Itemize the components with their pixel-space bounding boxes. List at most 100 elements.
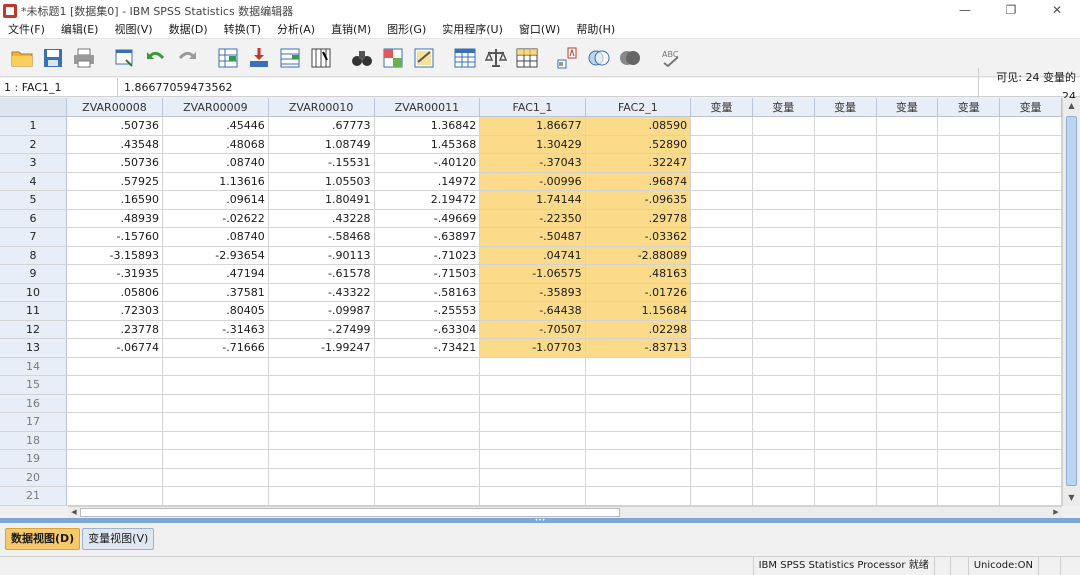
data-cell[interactable]: -2.93654 [162,246,269,265]
data-cell[interactable]: .45446 [162,116,269,136]
data-cell[interactable] [690,283,753,302]
data-cell[interactable] [690,320,753,339]
data-cell[interactable]: -.15531 [268,153,375,173]
data-cell[interactable]: -.61578 [268,264,375,284]
row-number[interactable]: 17 [0,412,67,432]
data-cell[interactable] [690,135,753,154]
data-cell[interactable] [585,431,692,450]
data-cell[interactable] [374,375,481,395]
data-cell[interactable] [479,412,586,432]
data-cell[interactable] [585,412,692,432]
data-cell[interactable] [66,468,163,487]
row-number[interactable]: 13 [0,338,67,358]
data-cell[interactable]: -.35893 [479,283,586,302]
data-cell[interactable] [937,486,1001,506]
menu-help[interactable]: 帮助(H) [568,21,623,39]
data-cell[interactable] [752,449,815,469]
data-cell[interactable] [814,135,877,154]
data-cell[interactable] [937,283,1001,302]
data-cell[interactable] [374,431,481,450]
data-cell[interactable] [999,209,1062,228]
data-cell[interactable]: 1.86677 [479,116,586,136]
data-cell[interactable] [752,375,815,395]
data-cell[interactable] [690,338,753,358]
grid-corner[interactable] [0,98,67,117]
data-cell[interactable]: -.63897 [374,227,481,247]
data-cell[interactable] [374,486,481,506]
row-number[interactable]: 18 [0,431,67,450]
restore-button[interactable]: ❐ [988,0,1034,21]
data-cell[interactable] [937,116,1001,136]
data-cell[interactable] [162,486,269,506]
data-cell[interactable]: -.00996 [479,172,586,191]
open-folder-icon[interactable] [8,44,36,72]
data-cell[interactable] [999,486,1062,506]
run-descriptives-icon[interactable] [307,44,335,72]
data-cell[interactable] [937,153,1001,173]
menu-window[interactable]: 窗口(W) [511,21,568,39]
row-number[interactable]: 15 [0,375,67,395]
data-cell[interactable]: -.73421 [374,338,481,358]
data-cell[interactable] [814,172,877,191]
menu-utilities[interactable]: 实用程序(U) [434,21,511,39]
data-cell[interactable]: -.15760 [66,227,163,247]
data-cell[interactable]: -.25553 [374,301,481,321]
data-cell[interactable] [374,357,481,376]
data-cell[interactable] [876,394,939,413]
menu-view[interactable]: 视图(V) [106,21,160,39]
data-cell[interactable]: .43548 [66,135,163,154]
data-cell[interactable] [268,449,375,469]
data-cell[interactable] [876,153,939,173]
undo-icon[interactable] [142,44,170,72]
data-cell[interactable] [876,375,939,395]
data-cell[interactable] [814,394,877,413]
row-number[interactable]: 3 [0,153,67,173]
data-cell[interactable] [66,394,163,413]
data-cell[interactable] [876,264,939,284]
data-cell[interactable] [690,449,753,469]
column-header[interactable]: FAC1_1 [479,98,586,117]
column-header[interactable]: 变量 [814,98,877,117]
select-cases-icon[interactable] [513,44,541,72]
row-number[interactable]: 21 [0,486,67,506]
data-cell[interactable] [999,172,1062,191]
data-cell[interactable]: -.01726 [585,283,692,302]
data-cell[interactable] [876,301,939,321]
data-cell[interactable]: -.02622 [162,209,269,228]
data-cell[interactable]: 1.15684 [585,301,692,321]
data-cell[interactable]: -.70507 [479,320,586,339]
data-cell[interactable]: .67773 [268,116,375,136]
data-cell[interactable] [162,449,269,469]
row-number[interactable]: 4 [0,172,67,191]
data-cell[interactable] [752,227,815,247]
data-cell[interactable] [937,320,1001,339]
data-cell[interactable] [937,172,1001,191]
data-cell[interactable] [937,338,1001,358]
data-cell[interactable] [752,301,815,321]
data-cell[interactable] [690,227,753,247]
data-cell[interactable] [752,172,815,191]
data-cell[interactable] [162,394,269,413]
data-cell[interactable]: 2.19472 [374,190,481,210]
data-cell[interactable] [690,394,753,413]
data-cell[interactable] [937,375,1001,395]
row-number[interactable]: 16 [0,394,67,413]
menu-transform[interactable]: 转换(T) [216,21,269,39]
data-cell[interactable]: -.31463 [162,320,269,339]
data-cell[interactable] [876,357,939,376]
data-cell[interactable] [374,394,481,413]
data-cell[interactable] [585,449,692,469]
data-cell[interactable] [66,375,163,395]
data-cell[interactable]: .32247 [585,153,692,173]
data-cell[interactable] [752,283,815,302]
data-cell[interactable]: 1.74144 [479,190,586,210]
data-cell[interactable]: .29778 [585,209,692,228]
data-cell[interactable] [999,301,1062,321]
data-cell[interactable] [752,264,815,284]
data-cell[interactable]: -.37043 [479,153,586,173]
data-cell[interactable] [999,135,1062,154]
find-icon[interactable] [348,44,376,72]
column-header[interactable]: ZVAR00008 [66,98,163,117]
data-cell[interactable] [66,486,163,506]
data-cell[interactable]: .14972 [374,172,481,191]
